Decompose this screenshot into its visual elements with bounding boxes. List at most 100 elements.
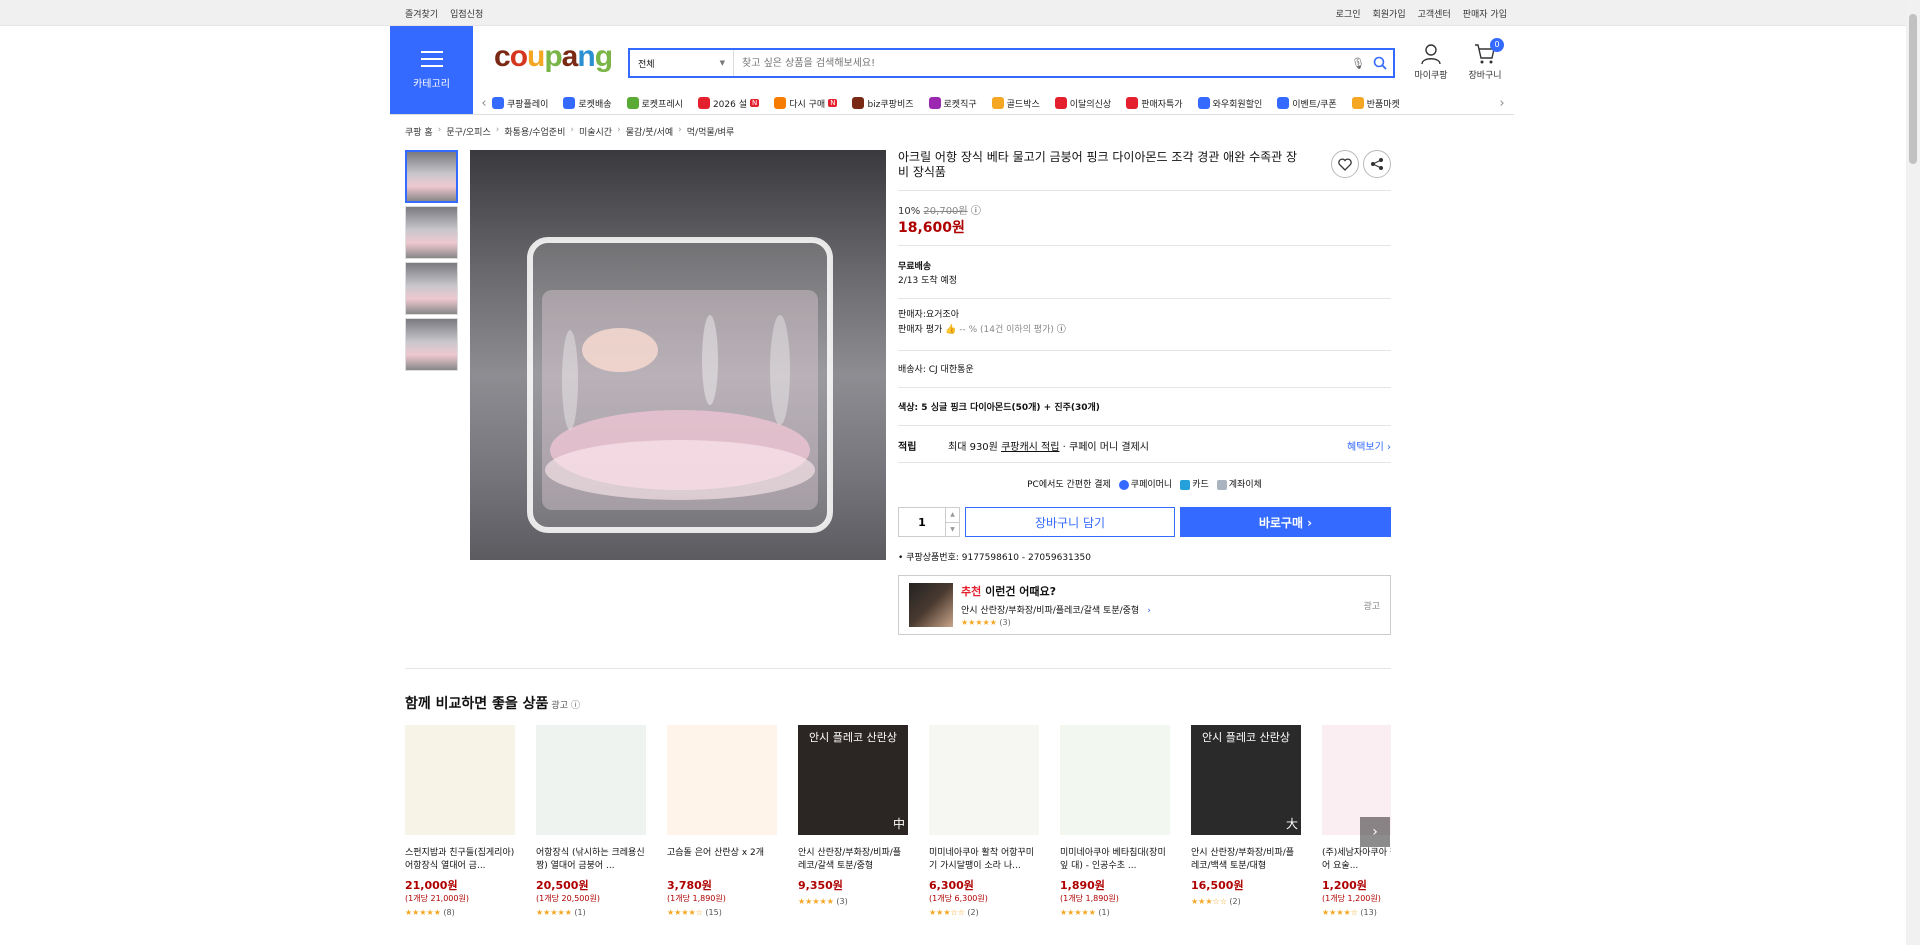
quick-nav-item[interactable]: biz쿠팡비즈 <box>852 97 914 110</box>
compare-item-image <box>405 725 515 835</box>
nav-prev-arrow[interactable]: ‹ <box>476 96 492 111</box>
product-main-image <box>470 150 886 560</box>
benefit-more-link[interactable]: 혜택보기 › <box>1347 438 1391 453</box>
compare-item-rating: ★★★★★ (1) <box>1060 908 1170 917</box>
topbar-link[interactable]: 고객센터 <box>1418 10 1451 20</box>
info-icon[interactable]: ⓘ <box>571 701 580 711</box>
divider <box>898 387 1391 388</box>
qty-down-button[interactable]: ▼ <box>946 523 959 537</box>
thumbnail-3[interactable] <box>405 262 458 315</box>
microphone-icon[interactable]: 🎙 <box>1351 57 1367 70</box>
add-to-cart-button[interactable]: 장바구니 담기 <box>965 507 1175 537</box>
nav-item-icon <box>774 97 787 109</box>
category-label: 카테고리 <box>413 79 450 90</box>
quick-nav-item[interactable]: 판매자특가 <box>1126 97 1183 110</box>
pay-card: 카드 <box>1180 477 1209 490</box>
breadcrumb-item[interactable]: 물감/붓/서예 <box>626 125 673 138</box>
quick-nav-item[interactable]: 반품마켓 <box>1351 97 1400 110</box>
topbar-link[interactable]: 입점신청 <box>450 10 483 20</box>
breadcrumb-item[interactable]: 먹/먹물/벼루 <box>687 125 734 138</box>
image-caption: 안시 플레코 산란상 <box>809 731 897 744</box>
ad-label: 광고 <box>551 701 568 711</box>
nav-next-arrow[interactable]: › <box>1494 96 1510 111</box>
nav-item-icon <box>928 97 941 109</box>
breadcrumb-separator: › <box>678 125 682 135</box>
quick-nav-item[interactable]: 로켓직구 <box>928 97 977 110</box>
arrival-date: 2/13 도착 예정 <box>898 276 958 286</box>
quick-nav-item[interactable]: 이벤트/쿠폰 <box>1277 97 1337 110</box>
recommend-title: 추천 이런건 어때요? <box>961 583 1151 599</box>
cart-button[interactable]: 장바구니 0 <box>1460 38 1510 81</box>
divider <box>898 190 1391 191</box>
mypage-button[interactable]: 마이쿠팡 <box>1406 42 1456 81</box>
topbar-link[interactable]: 즐겨찾기 <box>405 10 438 20</box>
search-scope-select[interactable]: 전체 ▼ <box>630 50 734 76</box>
compare-item-card[interactable]: 미미네아쿠아 베타침대(장미잎 대) - 인공수초 ... 1,890원 (1개당 … <box>1060 725 1170 917</box>
divider <box>898 245 1391 246</box>
scrollbar-thumb[interactable] <box>1909 14 1917 164</box>
topbar-link[interactable]: 판매자 가입 <box>1463 10 1507 20</box>
carousel-next-button[interactable]: › <box>1360 817 1390 847</box>
compare-item-card[interactable]: 미미네아쿠아 활착 어항꾸미기 가시달팽이 소라 나... 6,300원 (1개당 … <box>929 725 1039 917</box>
quick-nav-item[interactable]: 골드박스 <box>991 97 1040 110</box>
compare-item-rating: ★★★★☆ (15) <box>667 908 777 917</box>
breadcrumb-item[interactable]: 미술시간 <box>579 125 612 138</box>
compare-item-unit-price: (1개당 20,500원) <box>536 894 600 903</box>
breadcrumb-separator: › <box>495 125 500 135</box>
breadcrumb-item[interactable]: 문구/오피스 <box>446 125 490 138</box>
mypage-label: 마이쿠팡 <box>1414 71 1448 81</box>
compare-item-card[interactable]: 고슴돌 은어 산란상 x 2개 3,780원 (1개당 1,890원) ★★★★☆ (… <box>667 725 777 917</box>
compare-item-name: 안시 산란장/부화장/비파/플레코/백색 토분/대형 <box>1191 848 1295 871</box>
search-input[interactable] <box>734 50 1351 76</box>
selected-option[interactable]: 색상: 5 싱글 핑크 다이아몬드(50개) + 진주(30개) <box>898 401 1100 415</box>
share-icon <box>1371 158 1383 170</box>
menu-icon <box>420 51 443 67</box>
compare-item-unit-price: (1개당 1,890원) <box>1060 894 1119 903</box>
compare-item-price: 20,500원 <box>536 879 589 892</box>
info-icon[interactable]: ⓘ <box>971 206 981 217</box>
compare-item-price: 9,350원 <box>798 879 843 892</box>
category-button[interactable]: 카테고리 <box>390 26 473 115</box>
quick-nav-item[interactable]: 로켓프레시 <box>626 97 683 110</box>
quick-nav-item[interactable]: 로켓배송 <box>563 97 612 110</box>
topbar-link[interactable]: 로그인 <box>1336 10 1361 20</box>
compare-item-price: 6,300원 <box>929 879 974 892</box>
quick-nav-item[interactable]: 와우회원할인 <box>1197 97 1262 110</box>
compare-item-card[interactable]: 안시 플레코 산란상 大 안시 산란장/부화장/비파/플레코/백색 토분/대형 16,… <box>1191 725 1301 906</box>
buy-now-button[interactable]: 바로구매 › <box>1180 507 1391 537</box>
quick-nav-item[interactable]: 2026 설N <box>697 97 760 110</box>
reward-amount: 최대 930원 <box>948 442 998 453</box>
thumbnail-4[interactable] <box>405 318 458 371</box>
seller-name[interactable]: 판매자:요거조아 <box>898 308 959 322</box>
quick-nav-item[interactable]: 이달의신상 <box>1054 97 1111 110</box>
compare-item-card[interactable]: 안시 플레코 산란상 中 안시 산란장/부화장/비파/플레코/갈색 토분/중형 9,3… <box>798 725 908 906</box>
reward-cash-link[interactable]: 쿠팡캐시 적립 <box>1001 438 1059 453</box>
compare-item-price: 16,500원 <box>1191 879 1244 892</box>
quantity-input[interactable] <box>899 508 945 536</box>
breadcrumb-item[interactable]: 쿠팡 홈 <box>405 125 433 138</box>
compare-item-image: 안시 플레코 산란상 中 <box>798 725 908 835</box>
topbar-link[interactable]: 회원가입 <box>1372 10 1405 20</box>
star-icons: ★★★☆☆ <box>1191 897 1227 906</box>
quick-nav-item[interactable]: 쿠팡플레이 <box>492 97 548 110</box>
thumbnail-1[interactable] <box>405 150 458 203</box>
compare-item-image: 안시 플레코 산란상 大 <box>1191 725 1301 835</box>
quick-nav-item[interactable]: 다시 구매 N <box>774 97 838 110</box>
share-button[interactable] <box>1363 150 1391 178</box>
coupang-logo[interactable]: coupang <box>494 40 613 74</box>
star-icons: ★★★★★ <box>405 908 441 917</box>
breadcrumb-item[interactable]: 화통용/수업준비 <box>504 125 565 138</box>
wishlist-button[interactable] <box>1331 150 1359 178</box>
search-icon[interactable] <box>1367 56 1393 70</box>
qty-up-button[interactable]: ▲ <box>946 508 959 523</box>
recommend-ad[interactable]: 추천 이런건 어때요? 안시 산란장/부화장/비파/플레코/갈색 토분/중형 › … <box>898 575 1391 635</box>
info-icon[interactable]: ⓘ <box>1057 325 1066 335</box>
breadcrumb: 쿠팡 홈 › 문구/오피스 › 화통용/수업준비 › 미술시간 › 물감/붓/서예 › 먹/먹물/벼… <box>405 125 734 138</box>
compare-item-price: 21,000원 <box>405 879 458 892</box>
quantity-stepper: ▲▼ <box>898 507 960 537</box>
star-icons: ★★★★★ <box>1060 908 1096 917</box>
scrollbar[interactable] <box>1906 0 1920 945</box>
compare-item-card[interactable]: 어항장식 (낚시하는 크레용신짱) 열대어 금붕어 ... 20,500원 (1개당… <box>536 725 646 917</box>
compare-item-card[interactable]: 스펀지밥과 친구들(집게리아) 어항장식 열대어 금... 21,000원 (1개당… <box>405 725 515 917</box>
thumbnail-2[interactable] <box>405 206 458 259</box>
